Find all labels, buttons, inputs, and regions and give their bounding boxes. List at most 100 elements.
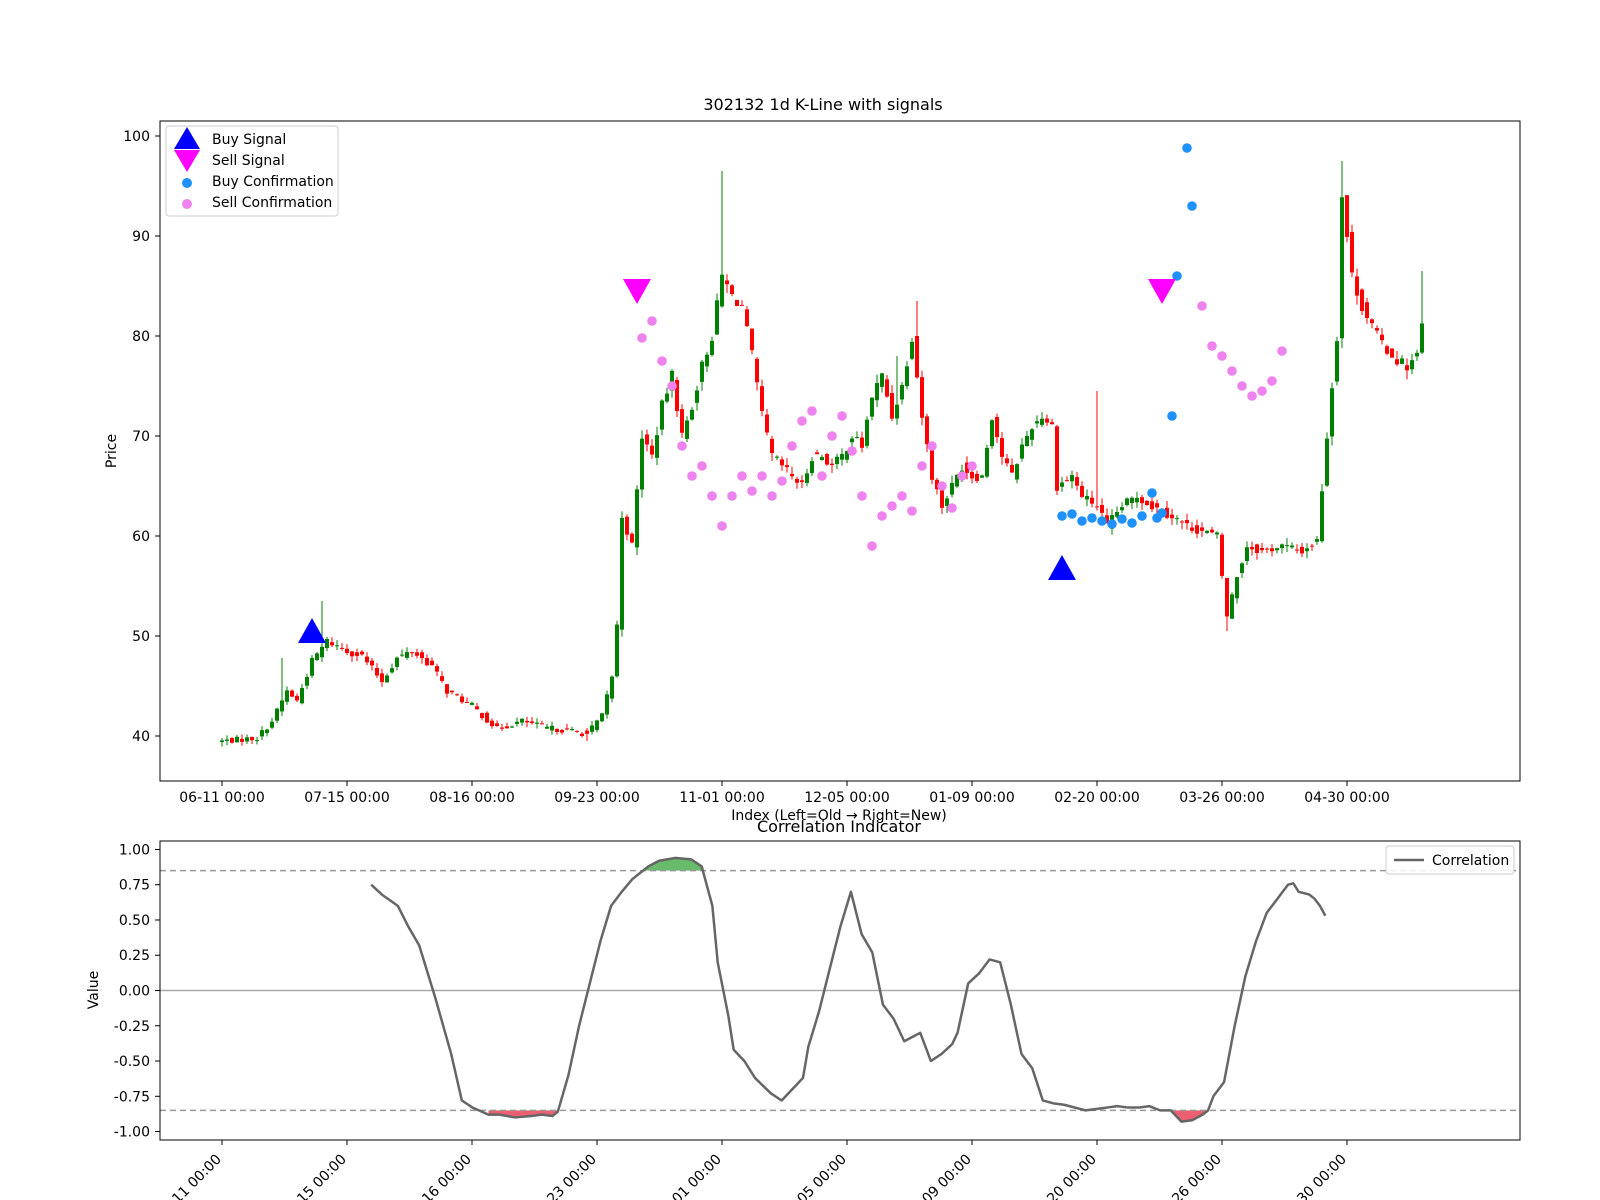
candle-body <box>1370 319 1374 324</box>
candle-body <box>1415 352 1419 357</box>
correlation-y-tick-label: -0.25 <box>114 1019 150 1035</box>
candle-body <box>600 713 604 722</box>
candle-body <box>420 652 424 659</box>
candle-body <box>405 652 409 658</box>
sell-confirmation-point <box>967 461 977 471</box>
correlation-legend: Correlation <box>1385 845 1515 875</box>
sell-confirmation-point <box>1197 301 1207 311</box>
sell-confirmation-point <box>767 491 777 501</box>
candle-body <box>475 706 479 710</box>
candle-body <box>1255 544 1259 554</box>
buy-confirmation-point <box>1067 509 1077 519</box>
candle-body <box>840 454 844 460</box>
candle-body <box>1020 444 1024 459</box>
candle-body <box>270 721 274 728</box>
candle-body <box>555 728 559 732</box>
buy-confirmation-point <box>1182 143 1192 153</box>
sell-confirmation-point <box>857 491 867 501</box>
candle-body <box>275 708 279 721</box>
candle-body <box>345 648 349 654</box>
candle-body <box>640 438 644 490</box>
sell-confirmation-point <box>807 406 817 416</box>
buy-confirmation-point <box>1187 201 1197 211</box>
candle-body <box>975 473 979 481</box>
candle-body <box>360 651 364 655</box>
candle-body <box>915 336 919 378</box>
sell-confirmation-point <box>717 521 727 531</box>
candle-body <box>390 668 394 673</box>
candle-body <box>1315 539 1319 542</box>
sell-confirmation-point <box>947 503 957 513</box>
candle-body <box>630 533 634 543</box>
candle-body <box>265 729 269 734</box>
kline-x-tick-label: 02-20 00:00 <box>1054 790 1139 806</box>
sell-confirmation-point <box>927 441 937 451</box>
candle-body <box>335 645 339 647</box>
sell-confirmation-point <box>667 381 677 391</box>
candle-body <box>435 666 439 672</box>
candle-body <box>1075 477 1079 486</box>
candle-body <box>495 723 499 727</box>
buy-confirmation-point <box>1077 516 1087 526</box>
candle-body <box>745 309 749 327</box>
candle-body <box>410 652 414 654</box>
candle-body <box>255 740 259 742</box>
candle-body <box>890 393 894 419</box>
candle-body <box>895 404 899 419</box>
candle-body <box>290 690 294 697</box>
candle-body <box>1145 500 1149 506</box>
kline-x-tick-label: 08-16 00:00 <box>429 790 514 806</box>
candle-body <box>1265 548 1269 550</box>
candle-body <box>1420 323 1424 353</box>
candle-body <box>1140 497 1144 504</box>
candle-body <box>530 721 534 724</box>
candle-body <box>820 457 824 460</box>
sell-confirmation-point <box>957 471 967 481</box>
candle-body <box>1095 506 1099 508</box>
candle-body <box>770 438 774 454</box>
kline-x-tick-label: 03-26 00:00 <box>1179 790 1264 806</box>
candle-body <box>350 651 354 657</box>
sell-confirmation-point <box>727 491 737 501</box>
candle-body <box>260 730 264 737</box>
buy-confirmation-point <box>1117 514 1127 524</box>
candle-body <box>605 694 609 715</box>
candle-body <box>690 409 694 420</box>
candle-body <box>1085 495 1089 500</box>
candle-body <box>1285 545 1289 547</box>
buy-confirmation-point <box>1167 411 1177 421</box>
correlation-y-tick-label: -0.75 <box>114 1089 150 1105</box>
candle-body <box>465 701 469 703</box>
candle-body <box>1130 497 1134 503</box>
candle-body <box>1170 514 1174 519</box>
candle-body <box>580 733 584 736</box>
correlation-y-tick-label: 1.00 <box>119 842 150 858</box>
candle-body <box>1035 421 1039 424</box>
candle-body <box>1050 422 1054 425</box>
candle-body <box>685 420 689 439</box>
sell-confirmation-point <box>647 316 657 326</box>
candle-body <box>220 740 224 743</box>
candle-body <box>700 361 704 382</box>
candle-body <box>825 454 829 465</box>
candle-body <box>565 728 569 730</box>
candle-body <box>1270 548 1274 552</box>
kline-y-tick-label: 90 <box>132 229 150 245</box>
candle-body <box>455 694 459 696</box>
candle-body <box>1070 475 1074 482</box>
candle-body <box>940 488 944 508</box>
correlation-legend-label: Correlation <box>1432 853 1509 869</box>
sell-confirmation-point <box>787 441 797 451</box>
candle-body <box>790 473 794 477</box>
candle-body <box>615 624 619 677</box>
sell-confirmation-point <box>1217 351 1227 361</box>
candle-body <box>1040 418 1044 425</box>
candle-body <box>370 660 374 666</box>
sell-confirmation-point <box>827 431 837 441</box>
candle-body <box>305 676 309 686</box>
candle-body <box>970 471 974 479</box>
candle-body <box>310 657 314 676</box>
candle-body <box>425 658 429 666</box>
candle-body <box>375 668 379 676</box>
buy-confirmation-point <box>1157 508 1167 518</box>
